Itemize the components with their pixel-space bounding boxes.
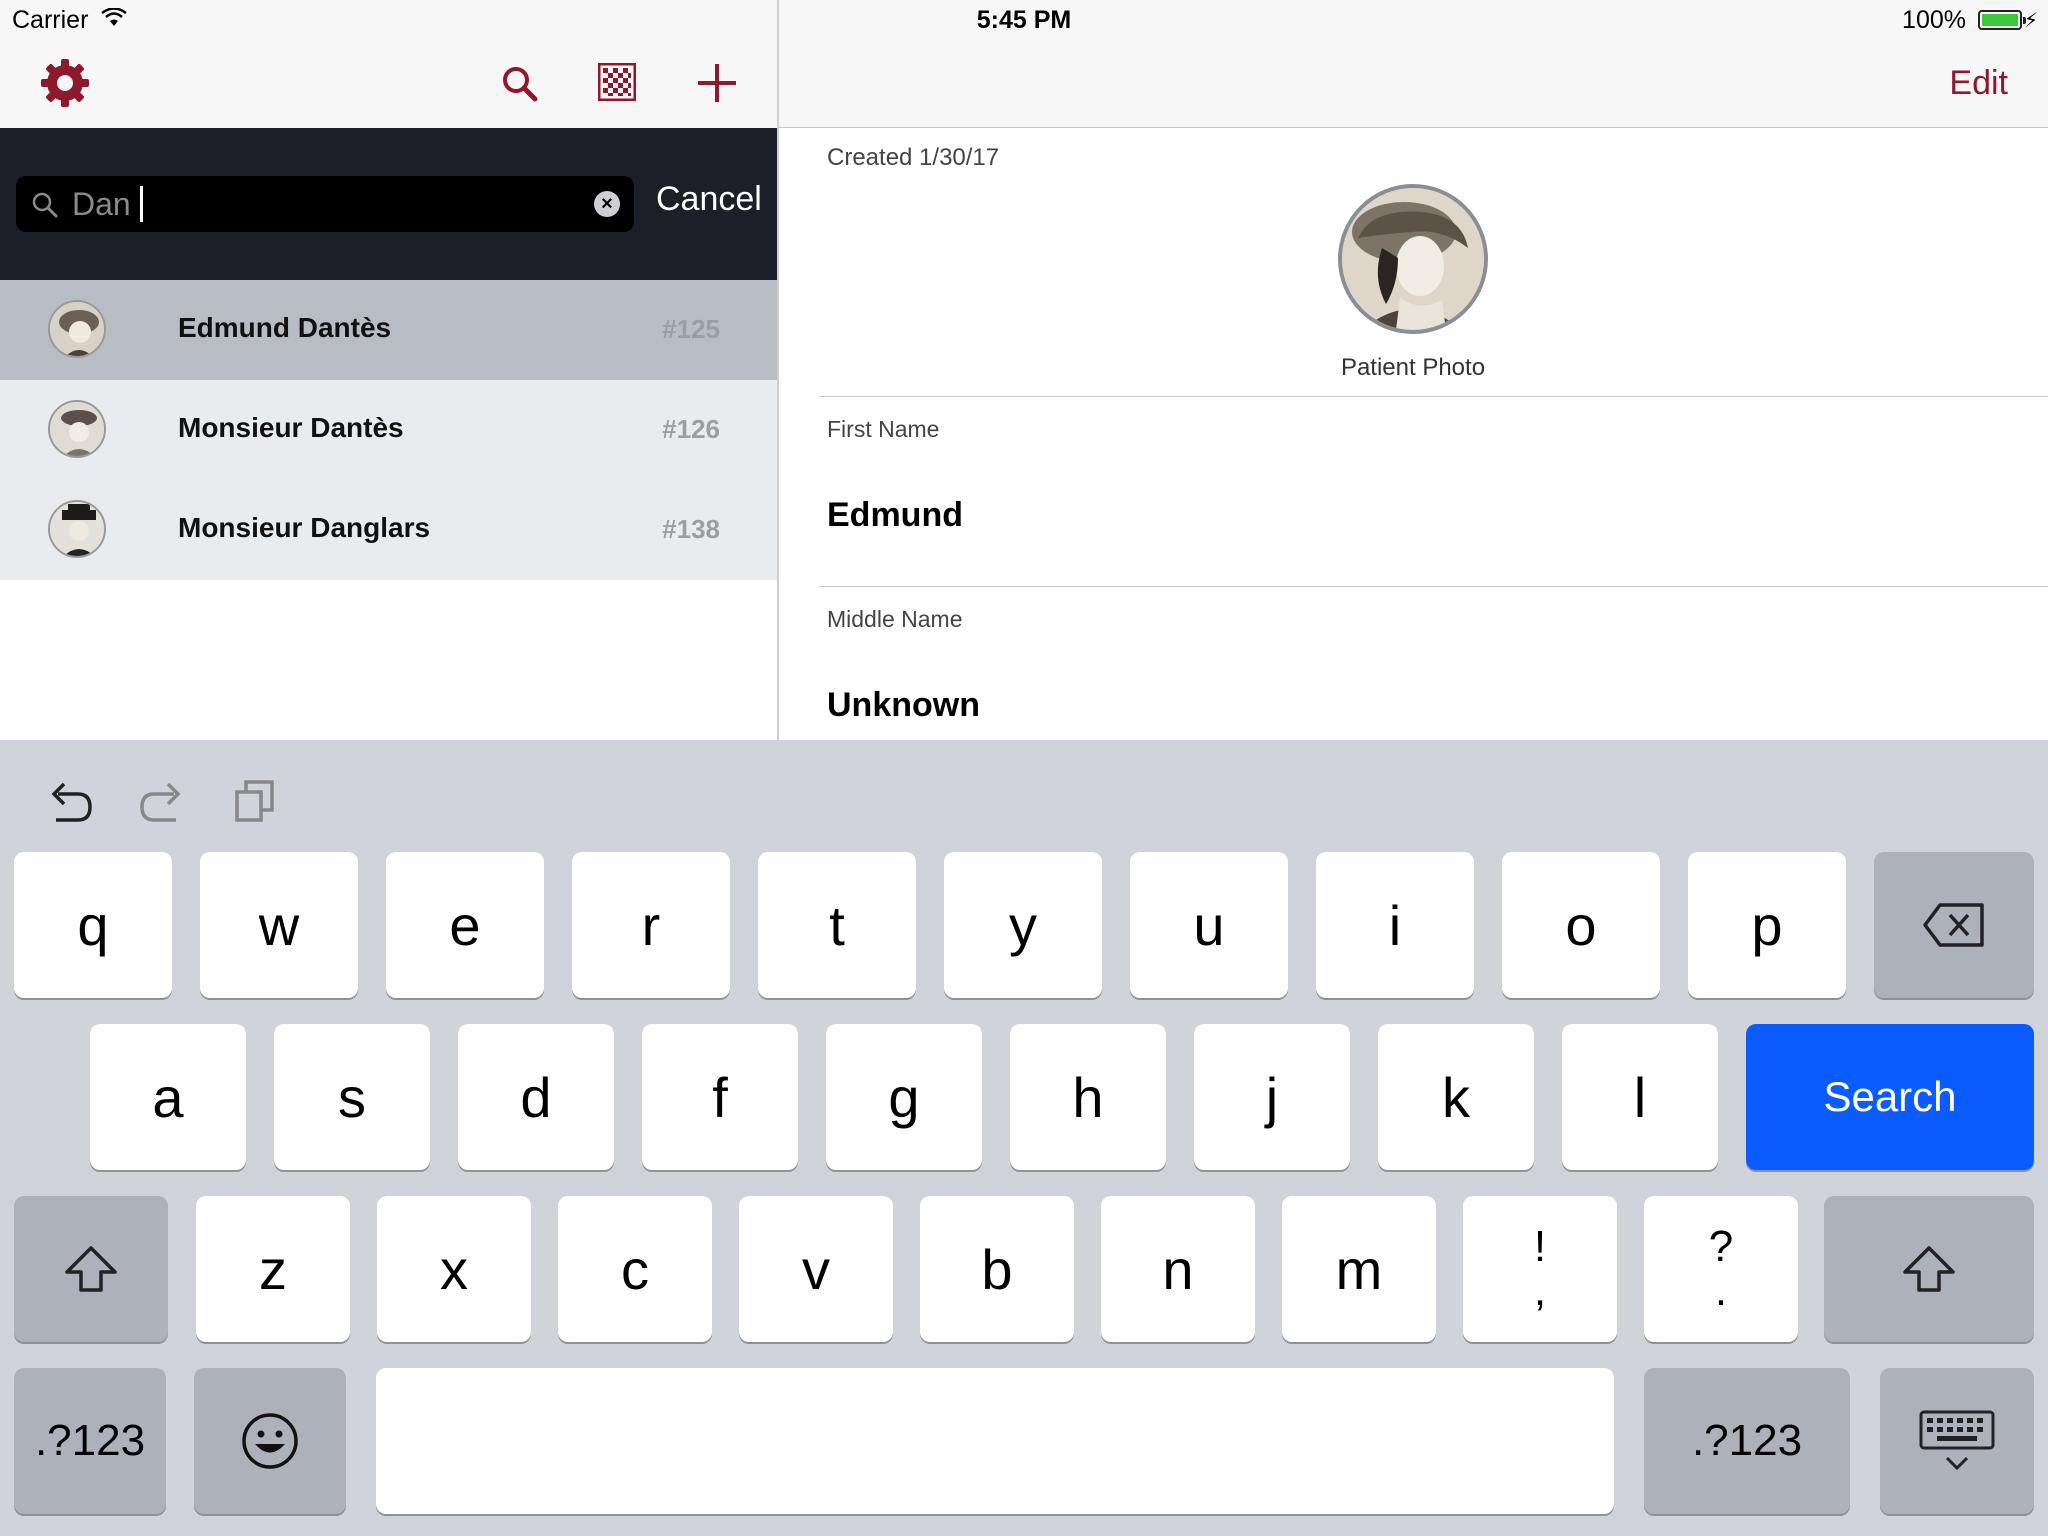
avatar	[48, 500, 106, 558]
key-p[interactable]: p	[1688, 852, 1846, 998]
middle-name-value[interactable]: Unknown	[827, 686, 980, 725]
shift-key-right[interactable]	[1824, 1196, 2034, 1342]
key-a[interactable]: a	[90, 1024, 246, 1170]
text-caret	[140, 186, 143, 222]
status-bar: Carrier 5:45 PM 100% ⚡	[0, 0, 2048, 42]
numbers-key-left[interactable]: .?123	[14, 1368, 166, 1514]
shift-key-left[interactable]	[14, 1196, 168, 1342]
shift-icon	[1903, 1246, 1955, 1292]
dismiss-keyboard-key[interactable]	[1880, 1368, 2034, 1514]
key-b[interactable]: b	[920, 1196, 1074, 1342]
emoji-key[interactable]	[194, 1368, 346, 1514]
key-e[interactable]: e	[386, 852, 544, 998]
key-g[interactable]: g	[826, 1024, 982, 1170]
backspace-key[interactable]	[1874, 852, 2034, 998]
key-t[interactable]: t	[758, 852, 916, 998]
search-key[interactable]: Search	[1746, 1024, 2034, 1170]
key-u[interactable]: u	[1130, 852, 1288, 998]
plus-icon[interactable]	[696, 62, 738, 104]
search-results-list: Edmund Dantès #125 Monsieur Dantès #126 …	[0, 280, 778, 580]
charging-icon: ⚡	[2023, 10, 2038, 32]
key-o[interactable]: o	[1502, 852, 1660, 998]
patient-name: Edmund Dantès	[178, 312, 392, 343]
key-k[interactable]: k	[1378, 1024, 1534, 1170]
space-bar[interactable]	[376, 1368, 1614, 1514]
key-h[interactable]: h	[1010, 1024, 1166, 1170]
edit-button[interactable]: Edit	[1949, 64, 2008, 103]
key-q[interactable]: q	[14, 852, 172, 998]
search-input[interactable]	[72, 182, 572, 226]
backspace-icon	[1923, 903, 1984, 947]
first-name-label: First Name	[827, 416, 940, 442]
cancel-button[interactable]: Cancel	[656, 180, 762, 219]
divider	[819, 586, 2048, 587]
key-m[interactable]: m	[1282, 1196, 1436, 1342]
keyboard-shortcut-bar	[0, 740, 2048, 850]
key-c[interactable]: c	[558, 1196, 712, 1342]
battery-icon	[1978, 10, 2026, 30]
patient-photo-label: Patient Photo	[1340, 354, 1486, 381]
qr-code-icon[interactable]	[598, 63, 636, 101]
result-row-monsieur-dantes[interactable]: Monsieur Dantès #126	[0, 380, 778, 480]
key-f[interactable]: f	[642, 1024, 798, 1170]
key-i[interactable]: i	[1316, 852, 1474, 998]
key-y[interactable]: y	[944, 852, 1102, 998]
clock: 5:45 PM	[976, 6, 1072, 34]
magnifier-icon	[32, 192, 58, 218]
numbers-key-right[interactable]: .?123	[1644, 1368, 1850, 1514]
search-field[interactable]: ×	[16, 176, 634, 232]
shift-icon	[65, 1246, 117, 1292]
key-j[interactable]: j	[1194, 1024, 1350, 1170]
first-name-value[interactable]: Edmund	[827, 496, 963, 535]
battery-percentage: 100%	[1902, 6, 1966, 34]
avatar	[48, 400, 106, 458]
divider	[819, 396, 2048, 397]
key-r[interactable]: r	[572, 852, 730, 998]
result-row-monsieur-danglars[interactable]: Monsieur Danglars #138	[0, 480, 778, 580]
patient-number: #125	[662, 314, 720, 344]
key-n[interactable]: n	[1101, 1196, 1255, 1342]
emoji-icon	[242, 1413, 298, 1469]
key-z[interactable]: z	[196, 1196, 350, 1342]
search-icon[interactable]	[500, 64, 540, 104]
patient-number: #126	[662, 414, 720, 444]
key-d[interactable]: d	[458, 1024, 614, 1170]
key-v[interactable]: v	[739, 1196, 893, 1342]
keyboard-dismiss-icon	[1919, 1410, 1995, 1471]
patient-name: Monsieur Danglars	[178, 512, 431, 543]
key-exclaim-comma[interactable]: ! ,	[1463, 1196, 1617, 1342]
redo-icon[interactable]	[138, 780, 184, 824]
patient-name: Monsieur Dantès	[178, 412, 404, 443]
result-row-edmund-dantes[interactable]: Edmund Dantès #125	[0, 280, 778, 380]
middle-name-label: Middle Name	[827, 606, 963, 632]
undo-icon[interactable]	[48, 780, 94, 824]
key-question-period[interactable]: ? .	[1644, 1196, 1798, 1342]
gear-icon[interactable]	[38, 56, 92, 110]
avatar	[48, 300, 106, 358]
key-l[interactable]: l	[1562, 1024, 1718, 1170]
key-s[interactable]: s	[274, 1024, 430, 1170]
patient-number: #138	[662, 514, 720, 544]
key-w[interactable]: w	[200, 852, 358, 998]
key-x[interactable]: x	[377, 1196, 531, 1342]
clear-search-icon[interactable]: ×	[594, 191, 620, 217]
created-date: Created 1/30/17	[827, 144, 1000, 171]
paste-icon[interactable]	[234, 778, 276, 824]
patient-photo[interactable]	[1338, 184, 1488, 334]
